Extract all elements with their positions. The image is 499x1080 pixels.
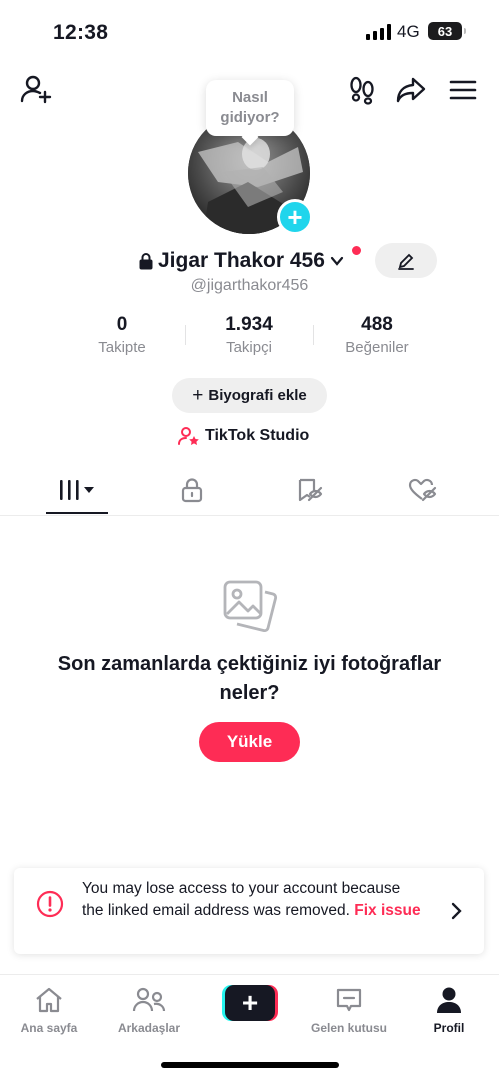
likes-count: 488 (361, 314, 393, 335)
plus-icon: + (192, 385, 204, 406)
lock-icon (181, 478, 203, 503)
followers-stat[interactable]: 1.934 Takipçi (184, 313, 314, 358)
share-profile-button[interactable] (392, 70, 430, 110)
profile-icon (437, 987, 461, 1013)
profile-name: Jigar Thakor 456 (158, 249, 325, 272)
add-bio-label: Biyografi ekle (208, 387, 307, 404)
following-stat[interactable]: 0 Takipte (57, 313, 187, 358)
photos-icon (223, 580, 278, 633)
status-bubble[interactable]: Nasıl gidiyor? (206, 80, 294, 136)
tab-private[interactable] (161, 466, 223, 514)
nav-friends-label: Arkadaşlar (117, 1021, 181, 1035)
plus-icon: + (225, 985, 275, 1021)
warning-text: You may lose access to your account beca… (82, 880, 401, 919)
alert-icon (36, 890, 64, 918)
content-tabs (0, 466, 499, 516)
chevron-right-icon (451, 902, 462, 920)
followers-count: 1.934 (225, 314, 273, 335)
upload-button[interactable]: Yükle (199, 722, 300, 762)
tiktok-studio-link[interactable]: TikTok Studio (178, 424, 309, 448)
empty-state-title: Son zamanlarda çektiğiniz iyi fotoğrafla… (57, 653, 442, 704)
active-tab-indicator (46, 512, 108, 514)
nav-home-label: Ana sayfa (20, 1021, 78, 1035)
creator-star-icon (178, 427, 199, 445)
add-user-icon (20, 75, 52, 104)
battery-level: 63 (437, 23, 453, 39)
tab-videos[interactable] (46, 466, 108, 514)
nav-inbox[interactable]: Gelen kutusu (304, 983, 394, 1035)
status-bar: 12:38 4G 63 (0, 0, 499, 60)
menu-button[interactable] (444, 70, 482, 110)
grid-filter-icon (60, 480, 94, 500)
inbox-icon (336, 988, 362, 1012)
hamburger-icon (449, 80, 477, 100)
nav-profile-label: Profil (433, 1021, 465, 1035)
tiktok-studio-label: TikTok Studio (205, 427, 310, 444)
nav-inbox-label: Gelen kutusu (310, 1021, 387, 1035)
tab-favorites[interactable] (278, 466, 340, 514)
share-arrow-icon (396, 77, 426, 103)
add-bio-button[interactable]: + Biyografi ekle (172, 378, 327, 413)
nav-home[interactable]: Ana sayfa (4, 983, 94, 1035)
nav-profile[interactable]: Profil (404, 983, 494, 1035)
likes-stat[interactable]: 488 Beğeniler (312, 313, 442, 358)
edit-profile-button[interactable] (375, 243, 437, 278)
battery-icon: 63 (428, 22, 466, 40)
account-switcher[interactable]: Jigar Thakor 456 (138, 246, 345, 276)
status-time: 12:38 (53, 21, 109, 44)
username: @jigarthakor456 (190, 277, 309, 294)
likes-label: Beğeniler (345, 339, 409, 356)
profile-views-button[interactable] (344, 70, 380, 110)
warning-message: You may lose access to your account beca… (82, 878, 422, 922)
following-label: Takipte (98, 339, 146, 356)
create-button[interactable]: + (222, 985, 278, 1021)
home-icon (36, 987, 62, 1013)
lock-icon (139, 253, 153, 270)
home-indicator (161, 1062, 339, 1068)
following-count: 0 (116, 314, 128, 335)
add-story-button[interactable]: + (277, 199, 313, 235)
fix-issue-link[interactable]: Fix issue (354, 902, 420, 919)
chevron-down-icon (330, 256, 344, 266)
network-type: 4G (397, 22, 420, 41)
heart-hidden-icon (408, 478, 437, 502)
pencil-icon (398, 253, 414, 270)
footprint-icon (350, 76, 374, 105)
account-warning-banner[interactable]: You may lose access to your account beca… (14, 868, 484, 954)
nav-friends[interactable]: Arkadaşlar (104, 983, 194, 1035)
tab-liked[interactable] (392, 466, 454, 514)
bookmark-hidden-icon (298, 478, 323, 502)
signal-icon (366, 24, 391, 40)
add-friend-button[interactable] (16, 70, 56, 110)
notification-dot (352, 246, 361, 255)
followers-label: Takipçi (226, 339, 272, 356)
friends-icon (132, 987, 166, 1012)
